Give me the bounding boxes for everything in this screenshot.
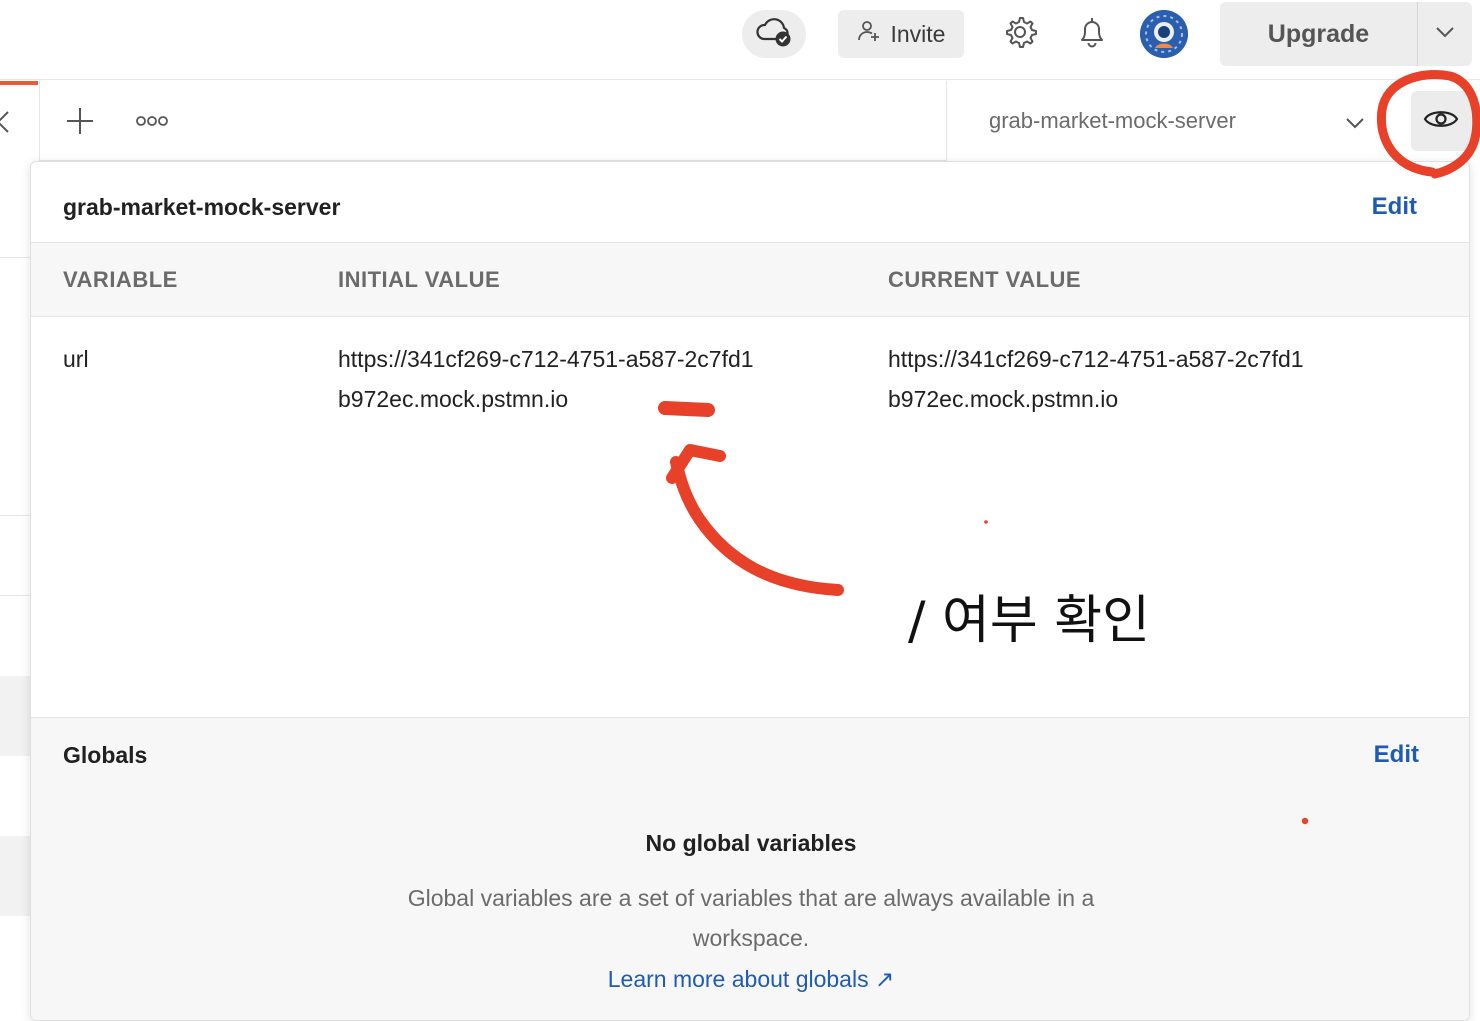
environment-selector[interactable]: grab-market-mock-server xyxy=(989,108,1236,134)
tab-strip xyxy=(40,81,946,161)
edit-globals-link[interactable]: Edit xyxy=(1374,741,1419,769)
empty-state-description: Global variables are a set of variables … xyxy=(407,885,1095,951)
sidebar-row-selected xyxy=(0,676,30,756)
add-user-icon xyxy=(857,19,881,49)
annotation-note: / 여부 확인 xyxy=(908,591,1150,651)
environment-quick-look-button[interactable] xyxy=(1411,91,1471,151)
more-tabs-button[interactable] xyxy=(134,111,170,131)
new-tab-button[interactable] xyxy=(64,103,96,139)
learn-more-link[interactable]: Learn more about globals ↗ xyxy=(31,966,1469,993)
current-value-cell: https://341cf269-c712-4751-a587-2c7fd1b9… xyxy=(888,346,1304,412)
environment-dropdown-button[interactable] xyxy=(1343,111,1367,135)
edit-environment-link[interactable]: Edit xyxy=(1372,193,1417,221)
upgrade-button-group: Upgrade xyxy=(1220,2,1472,66)
collapse-icon xyxy=(0,111,16,142)
variable-name: url xyxy=(63,346,89,372)
cloud-sync-icon xyxy=(755,15,793,54)
gear-icon xyxy=(1002,14,1038,55)
environment-bar: grab-market-mock-server xyxy=(946,81,1480,161)
table-row: url https://341cf269-c712-4751-a587-2c7f… xyxy=(31,317,1469,437)
environment-title: grab-market-mock-server xyxy=(63,194,341,220)
eye-icon xyxy=(1423,106,1459,137)
column-header-initial-value: INITIAL VALUE xyxy=(338,267,501,292)
globals-title: Globals xyxy=(63,742,148,768)
environment-quick-look-panel: grab-market-mock-server Edit VARIABLE IN… xyxy=(30,161,1470,1021)
chevron-down-icon xyxy=(1435,25,1455,43)
more-icon xyxy=(134,116,170,135)
column-header-current-value: CURRENT VALUE xyxy=(888,267,1082,292)
chevron-down-icon xyxy=(1343,118,1367,139)
sync-status-button[interactable] xyxy=(742,10,806,58)
invite-label: Invite xyxy=(890,20,946,47)
column-header-variable: VARIABLE xyxy=(63,267,178,292)
avatar[interactable] xyxy=(1140,10,1188,58)
globals-section: Globals Edit No global variables Global … xyxy=(31,717,1469,1020)
invite-button[interactable]: Invite xyxy=(838,10,964,58)
bell-icon xyxy=(1076,15,1108,54)
empty-state-title: No global variables xyxy=(645,830,857,856)
initial-value-cell: https://341cf269-c712-4751-a587-2c7fd1b9… xyxy=(338,346,754,412)
top-header: Invite Upgrade xyxy=(0,0,1480,80)
variables-table-header: VARIABLE INITIAL VALUE CURRENT VALUE xyxy=(31,242,1469,317)
sidebar-row-selected xyxy=(0,836,30,916)
notifications-button[interactable] xyxy=(1070,12,1114,56)
settings-button[interactable] xyxy=(998,12,1042,56)
plus-icon xyxy=(64,108,96,143)
active-indicator xyxy=(0,81,38,85)
collapse-sidebar-button[interactable] xyxy=(0,106,16,138)
upgrade-menu-button[interactable] xyxy=(1418,2,1472,66)
upgrade-button[interactable]: Upgrade xyxy=(1220,2,1418,66)
